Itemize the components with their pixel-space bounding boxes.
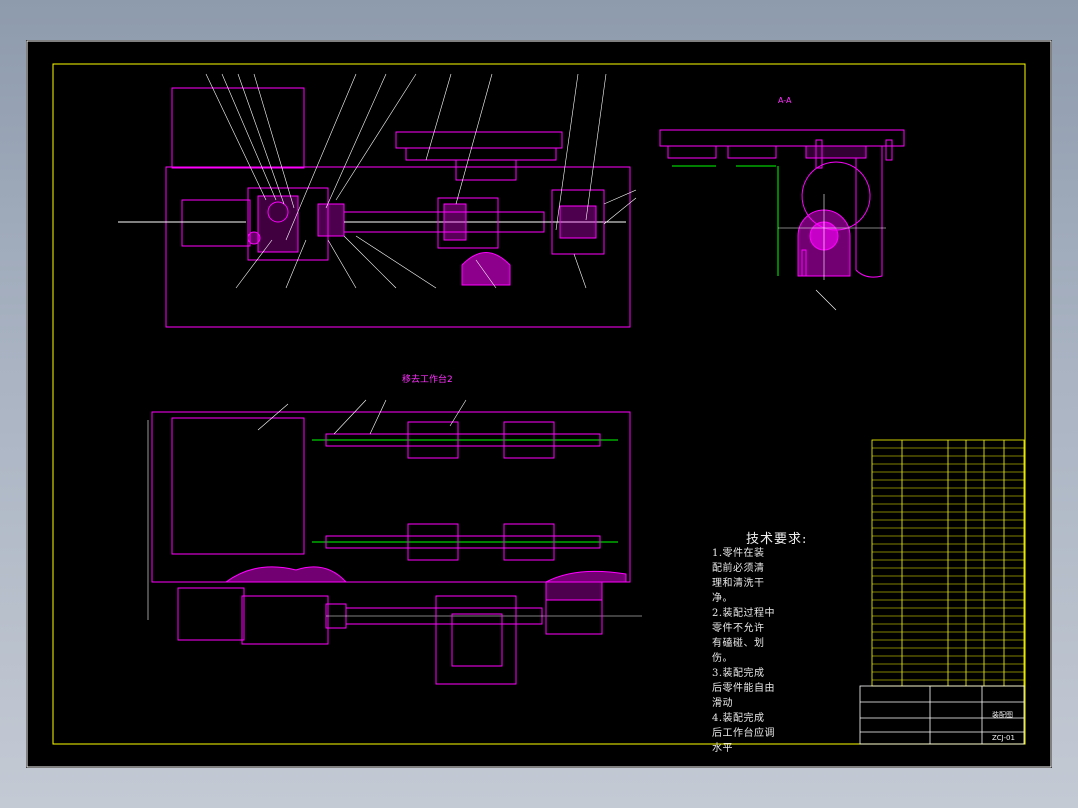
requirement-line: 有磕碰、划 (712, 638, 765, 649)
requirement-line: 伤。 (712, 653, 733, 664)
parts-list (871, 439, 1025, 687)
requirement-line: 后零件能自由 (712, 683, 775, 694)
requirement-line: 4.装配完成 (712, 713, 765, 724)
requirement-line: 后工作台应调 (712, 728, 775, 739)
section-label: A-A (778, 96, 792, 105)
outer-border (26, 40, 1052, 768)
requirement-line: 3.装配完成 (712, 668, 765, 679)
requirement-line: 净。 (712, 593, 733, 604)
requirement-line: 1.零件在装 (712, 548, 765, 559)
inner-frame (52, 63, 1026, 745)
requirement-line: 零件不允许 (712, 623, 765, 634)
requirement-line: 水平 (712, 743, 733, 754)
bottom-plan-view (147, 399, 642, 685)
requirement-line: 配前必须清 (712, 563, 765, 574)
requirements-list: 1.零件在装 配前必须清 理和清洗干 净。 2.装配过程中 零件不允许 有磕碰、… (712, 546, 775, 756)
top-main-view (118, 73, 637, 328)
section-aa-view (659, 129, 905, 311)
drawing-sheet: A-A 移去工作台2 技术要求: 1.零件在装 配前必须清 理和清洗干 净。 2… (26, 40, 1052, 768)
cad-drawing (26, 40, 1052, 768)
title-block-name: 装配图 (992, 711, 1013, 719)
view-title: 移去工作台2 (402, 375, 453, 385)
drawing-code: ZCJ-01 (992, 734, 1015, 742)
requirements-title: 技术要求: (746, 532, 808, 547)
requirement-line: 理和清洗干 (712, 578, 765, 589)
requirement-line: 滑动 (712, 698, 733, 709)
requirement-line: 2.装配过程中 (712, 608, 776, 619)
